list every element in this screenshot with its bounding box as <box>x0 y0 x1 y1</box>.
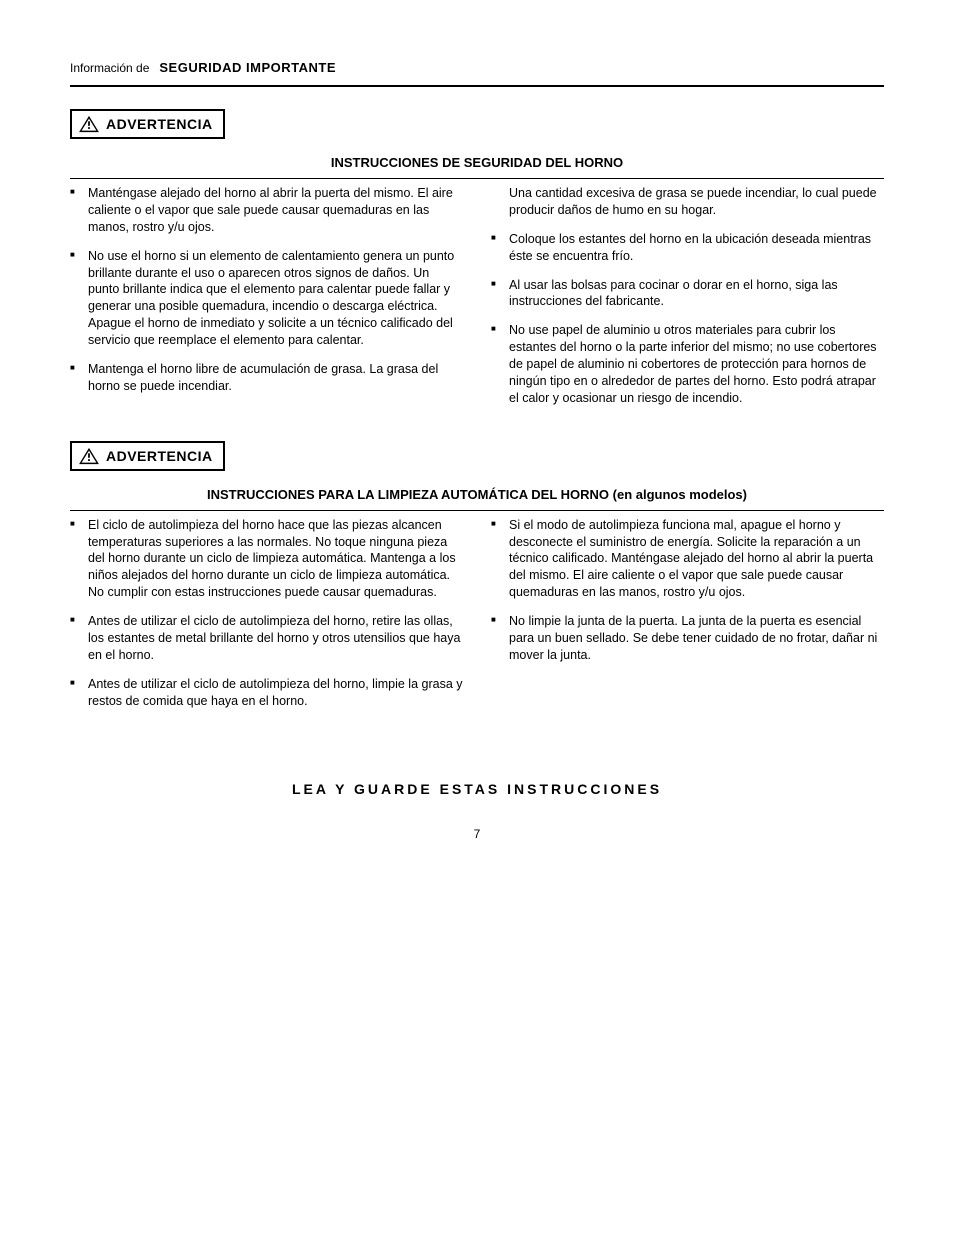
warning-label: ADVERTENCIA <box>106 448 213 464</box>
list-item: Antes de utilizar el ciclo de autolimpie… <box>70 613 463 664</box>
bullet-list: Si el modo de autolimpieza funciona mal,… <box>491 517 884 664</box>
header-title: SEGURIDAD IMPORTANTE <box>159 60 336 75</box>
page-number: 7 <box>70 827 884 841</box>
list-item: Manténgase alejado del horno al abrir la… <box>70 185 463 236</box>
warning-box: ADVERTENCIA <box>70 109 225 139</box>
list-item: El ciclo de autolimpieza del horno hace … <box>70 517 463 601</box>
list-item: Si el modo de autolimpieza funciona mal,… <box>491 517 884 601</box>
list-item: Mantenga el horno libre de acumulación d… <box>70 361 463 395</box>
two-column-block: Manténgase alejado del horno al abrir la… <box>70 185 884 419</box>
footer-instruction: LEA Y GUARDE ESTAS INSTRUCCIONES <box>70 781 884 797</box>
bullet-list: Manténgase alejado del horno al abrir la… <box>70 185 463 395</box>
list-item: No use el horno si un elemento de calent… <box>70 248 463 349</box>
section-title-oven: INSTRUCCIONES DE SEGURIDAD DEL HORNO <box>70 149 884 178</box>
left-column: Manténgase alejado del horno al abrir la… <box>70 185 463 419</box>
left-column: El ciclo de autolimpieza del horno hace … <box>70 517 463 722</box>
two-column-block: El ciclo de autolimpieza del horno hace … <box>70 517 884 722</box>
warning-box: ADVERTENCIA <box>70 441 225 471</box>
header-bar: Información de SEGURIDAD IMPORTANTE <box>70 60 884 81</box>
right-column: Una cantidad excesiva de grasa se puede … <box>491 185 884 419</box>
list-item: Antes de utilizar el ciclo de autolimpie… <box>70 676 463 710</box>
warning-label: ADVERTENCIA <box>106 116 213 132</box>
bullet-list: Coloque los estantes del horno en la ubi… <box>491 231 884 407</box>
warning-icon <box>78 447 100 465</box>
list-item: No use papel de aluminio u otros materia… <box>491 322 884 406</box>
list-item: Coloque los estantes del horno en la ubi… <box>491 231 884 265</box>
bullet-list: Antes de utilizar el ciclo de autolimpie… <box>70 613 463 709</box>
section-title-selfclean: INSTRUCCIONES PARA LA LIMPIEZA AUTOMÁTIC… <box>70 481 884 510</box>
list-item: Al usar las bolsas para cocinar o dorar … <box>491 277 884 311</box>
header-prefix: Información de <box>70 61 149 75</box>
bullet-list: El ciclo de autolimpieza del horno hace … <box>70 517 463 601</box>
divider <box>70 178 884 179</box>
right-column: Si el modo de autolimpieza funciona mal,… <box>491 517 884 722</box>
list-item: No limpie la junta de la puerta. La junt… <box>491 613 884 664</box>
continuation-text: Una cantidad excesiva de grasa se puede … <box>491 185 884 219</box>
warning-icon <box>78 115 100 133</box>
divider <box>70 85 884 87</box>
divider <box>70 510 884 511</box>
